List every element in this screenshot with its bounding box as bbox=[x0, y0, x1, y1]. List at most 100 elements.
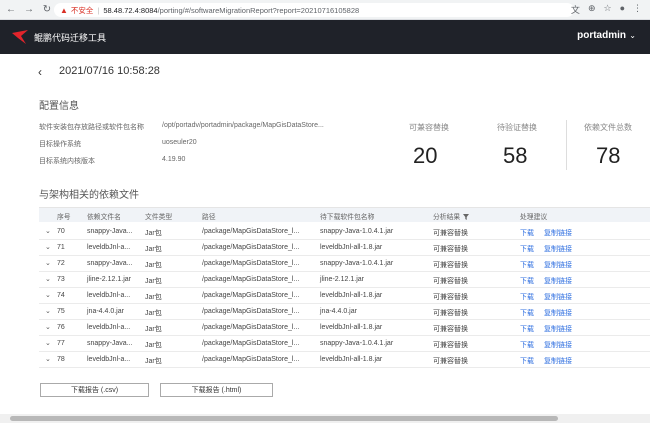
expand-chevron-icon[interactable]: ⌄ bbox=[45, 339, 51, 347]
cell-path: /package/MapGisDataStore_l... bbox=[202, 292, 300, 299]
cell-package: leveldbJnl-all-1.8.jar bbox=[320, 324, 383, 331]
cell-path: /package/MapGisDataStore_l... bbox=[202, 260, 300, 267]
copy-link[interactable]: 复制链接 bbox=[544, 292, 572, 302]
download-html-button[interactable]: 下载报告 (.html) bbox=[160, 383, 273, 397]
cell-no: 75 bbox=[57, 308, 65, 315]
cell-result: 可兼容替换 bbox=[433, 246, 468, 253]
cell-type: Jar包 bbox=[145, 358, 162, 365]
col-header-no: 序号 bbox=[57, 214, 71, 221]
cell-path: /package/MapGisDataStore_l... bbox=[202, 356, 300, 363]
download-csv-button[interactable]: 下载报告 (.csv) bbox=[40, 383, 149, 397]
cell-path: /package/MapGisDataStore_l... bbox=[202, 276, 300, 283]
back-arrow-icon[interactable]: ← bbox=[4, 3, 18, 17]
config-label-path: 软件安装包存放路径或软件包名称 bbox=[39, 124, 144, 131]
copy-link[interactable]: 复制链接 bbox=[544, 244, 572, 254]
expand-chevron-icon[interactable]: ⌄ bbox=[45, 243, 51, 251]
cell-path: /package/MapGisDataStore_l... bbox=[202, 244, 300, 251]
reload-icon[interactable]: ↻ bbox=[40, 3, 54, 17]
cell-name: jline-2.12.1.jar bbox=[87, 276, 131, 283]
cell-path: /package/MapGisDataStore_l... bbox=[202, 308, 300, 315]
download-link[interactable]: 下载 bbox=[520, 324, 534, 334]
cell-package: snappy-Java-1.0.4.1.jar bbox=[320, 340, 394, 347]
cell-name: leveldbJnl-a... bbox=[87, 292, 131, 299]
profile-icon[interactable]: ● bbox=[620, 3, 625, 16]
security-label: 不安全 bbox=[70, 5, 94, 15]
deps-section-title: 与架构相关的依赖文件 bbox=[39, 190, 139, 201]
table-row: ⌄ 70 snappy-Java... Jar包/package/MapGisData… bbox=[39, 224, 650, 240]
expand-chevron-icon[interactable]: ⌄ bbox=[45, 355, 51, 363]
copy-link[interactable]: 复制链接 bbox=[544, 324, 572, 334]
user-menu[interactable]: portadmin bbox=[577, 30, 626, 41]
cell-path: /package/MapGisDataStore_l... bbox=[202, 228, 300, 235]
cell-result: 可兼容替换 bbox=[433, 342, 468, 349]
menu-icon[interactable]: ⋮ bbox=[633, 3, 642, 16]
browser-action-icons: 文 ⊕ ☆ ● ⋮ bbox=[571, 3, 642, 16]
expand-chevron-icon[interactable]: ⌄ bbox=[45, 275, 51, 283]
copy-link[interactable]: 复制链接 bbox=[544, 260, 572, 270]
cell-package: jna-4.4.0.jar bbox=[320, 308, 357, 315]
download-link[interactable]: 下载 bbox=[520, 228, 534, 238]
address-bar[interactable]: ▲ 不安全 | 58.48.72.4:8084/porting/#/softwa… bbox=[54, 3, 574, 17]
table-row: ⌄ 74 leveldbJnl-a... Jar包/package/MapGisDat… bbox=[39, 288, 650, 304]
expand-chevron-icon[interactable]: ⌄ bbox=[45, 259, 51, 267]
chevron-down-icon[interactable]: ⌄ bbox=[629, 31, 636, 40]
col-header-type: 文件类型 bbox=[145, 214, 173, 221]
expand-chevron-icon[interactable]: ⌄ bbox=[45, 323, 51, 331]
copy-link[interactable]: 复制链接 bbox=[544, 276, 572, 286]
cell-type: Jar包 bbox=[145, 326, 162, 333]
cell-result: 可兼容替换 bbox=[433, 310, 468, 317]
cell-type: Jar包 bbox=[145, 278, 162, 285]
copy-link[interactable]: 复制链接 bbox=[544, 308, 572, 318]
download-link[interactable]: 下载 bbox=[520, 308, 534, 318]
cell-result: 可兼容替换 bbox=[433, 326, 468, 333]
download-link[interactable]: 下载 bbox=[520, 292, 534, 302]
download-link[interactable]: 下载 bbox=[520, 244, 534, 254]
download-link[interactable]: 下载 bbox=[520, 276, 534, 286]
url-host: 58.48.72.4:8084 bbox=[103, 5, 158, 15]
back-icon[interactable]: ‹ bbox=[38, 65, 42, 79]
col-header-result-label: 分析结果 bbox=[433, 214, 461, 221]
copy-link[interactable]: 复制链接 bbox=[544, 228, 572, 238]
translate-icon[interactable]: 文 bbox=[571, 3, 580, 16]
cell-package: jline-2.12.1.jar bbox=[320, 276, 364, 283]
config-value-kernel: 4.19.90 bbox=[162, 156, 186, 163]
deps-table: 序号 依赖文件名 文件类型 路径 待下载软件包名称 分析结果 处理建议 ⌄ 70 s… bbox=[39, 207, 650, 372]
table-row: ⌄ 77 snappy-Java... Jar包/package/MapGisData… bbox=[39, 336, 650, 352]
col-header-name: 依赖文件名 bbox=[87, 214, 121, 221]
cell-result: 可兼容替换 bbox=[433, 294, 468, 301]
cell-name: leveldbJnl-a... bbox=[87, 324, 131, 331]
stat-value-compatible: 20 bbox=[413, 143, 438, 168]
cell-name: leveldbJnl-a... bbox=[87, 356, 131, 363]
cell-package: snappy-Java-1.0.4.1.jar bbox=[320, 260, 394, 267]
stat-value-pending: 58 bbox=[503, 143, 528, 168]
download-link[interactable]: 下载 bbox=[520, 356, 534, 366]
cell-type: Jar包 bbox=[145, 310, 162, 317]
download-link[interactable]: 下载 bbox=[520, 340, 534, 350]
col-header-result[interactable]: 分析结果 bbox=[433, 211, 470, 221]
table-row: ⌄ 72 snappy-Java... Jar包/package/MapGisData… bbox=[39, 256, 650, 272]
filter-icon[interactable] bbox=[463, 214, 470, 220]
cell-no: 74 bbox=[57, 292, 65, 299]
star-icon[interactable]: ☆ bbox=[603, 3, 611, 16]
stat-divider bbox=[566, 120, 567, 170]
table-row: ⌄ 73 jline-2.12.1.jar Jar包/package/MapGisDa… bbox=[39, 272, 650, 288]
cell-no: 70 bbox=[57, 228, 65, 235]
forward-arrow-icon[interactable]: → bbox=[22, 3, 36, 17]
copy-link[interactable]: 复制链接 bbox=[544, 356, 572, 366]
table-row: ⌄ 76 leveldbJnl-a... Jar包/package/MapGisDat… bbox=[39, 320, 650, 336]
expand-chevron-icon[interactable]: ⌄ bbox=[45, 291, 51, 299]
cell-type: Jar包 bbox=[145, 230, 162, 237]
stat-value-total: 78 bbox=[596, 143, 621, 168]
cell-result: 可兼容替换 bbox=[433, 230, 468, 237]
zoom-icon[interactable]: ⊕ bbox=[588, 3, 596, 16]
cell-result: 可兼容替换 bbox=[433, 278, 468, 285]
download-link[interactable]: 下载 bbox=[520, 260, 534, 270]
horizontal-scrollbar-thumb[interactable] bbox=[10, 416, 558, 421]
cell-no: 71 bbox=[57, 244, 65, 251]
cell-name: snappy-Java... bbox=[87, 340, 133, 347]
expand-chevron-icon[interactable]: ⌄ bbox=[45, 307, 51, 315]
cell-result: 可兼容替换 bbox=[433, 358, 468, 365]
expand-chevron-icon[interactable]: ⌄ bbox=[45, 227, 51, 235]
cell-type: Jar包 bbox=[145, 262, 162, 269]
copy-link[interactable]: 复制链接 bbox=[544, 340, 572, 350]
